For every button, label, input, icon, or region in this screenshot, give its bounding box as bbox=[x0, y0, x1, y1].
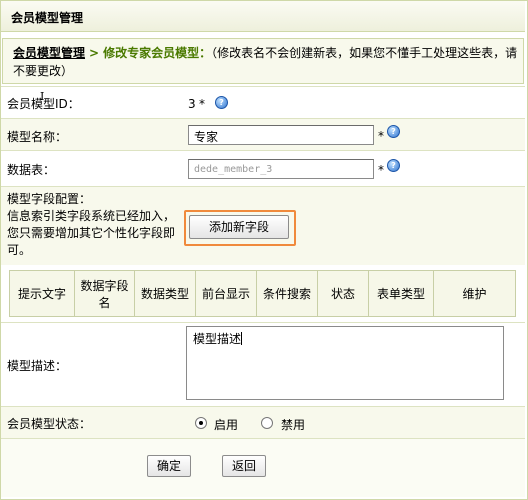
breadcrumb-separator: > bbox=[89, 46, 100, 60]
status-label: 会员模型状态： bbox=[7, 417, 92, 431]
model-name-input[interactable]: 专家 bbox=[188, 125, 374, 145]
breadcrumb-line: 会员模型管理 > 修改专家会员模型：（修改表名不会创建新表，如果您不懂手工处理这些表… bbox=[13, 44, 518, 80]
status-enable-label[interactable]: 启用 bbox=[214, 416, 238, 433]
model-name-required-star: * bbox=[378, 129, 384, 143]
model-id-required-star: * bbox=[199, 97, 205, 111]
row-status: 会员模型状态： 启用 禁用 bbox=[1, 406, 525, 439]
description-label: 模型描述： bbox=[7, 359, 68, 373]
column-header: 表单类型 bbox=[368, 270, 434, 317]
status-disable-label[interactable]: 禁用 bbox=[281, 416, 305, 433]
column-header: 数据类型 bbox=[134, 270, 196, 317]
fields-table-header: 提示文字 数据字段名 数据类型 前台显示 条件搜索 状态 表单类型 维护 bbox=[9, 270, 516, 317]
description-text: 模型描述 bbox=[193, 332, 242, 346]
status-disable-radio[interactable] bbox=[261, 417, 273, 429]
data-table-label: 数据表： bbox=[7, 163, 56, 177]
title-bar: 会员模型管理 bbox=[1, 1, 525, 32]
fields-table: 提示文字 数据字段名 数据类型 前台显示 条件搜索 状态 表单类型 维护 bbox=[9, 270, 516, 317]
field-config-label: 模型字段配置： bbox=[7, 192, 92, 206]
data-table-required-star: * bbox=[378, 163, 384, 177]
breadcrumb-root-link[interactable]: 会员模型管理 bbox=[13, 46, 85, 60]
column-header: 维护 bbox=[433, 270, 516, 317]
column-header: 提示文字 bbox=[9, 270, 75, 317]
text-cursor-icon: I bbox=[40, 90, 45, 103]
help-icon[interactable]: ? bbox=[387, 125, 400, 138]
help-icon[interactable]: ? bbox=[387, 159, 400, 172]
breadcrumb: 会员模型管理 > 修改专家会员模型：（修改表名不会创建新表，如果您不懂手工处理这些表… bbox=[2, 38, 524, 84]
row-model-id: 会员模型ID： 3 * ? bbox=[1, 86, 525, 119]
column-header: 条件搜索 bbox=[256, 270, 318, 317]
text-caret bbox=[241, 332, 243, 345]
column-header: 数据字段名 bbox=[74, 270, 135, 317]
column-header: 状态 bbox=[317, 270, 369, 317]
help-icon[interactable]: ? bbox=[215, 96, 228, 109]
row-model-name: 模型名称： 专家 * ? bbox=[1, 118, 525, 151]
model-name-label: 模型名称： bbox=[7, 130, 68, 144]
row-actions: 确定 返回 bbox=[1, 438, 525, 497]
description-textarea[interactable]: 模型描述 bbox=[186, 326, 504, 400]
column-header: 前台显示 bbox=[195, 270, 257, 317]
breadcrumb-current: 修改专家会员模型： bbox=[103, 46, 212, 60]
row-data-table: 数据表： dede_member_3 * ? bbox=[1, 150, 525, 187]
field-config-description: 信息索引类字段系统已经加入，您只需要增加其它个性化字段即可。 bbox=[7, 209, 176, 257]
status-enable-radio[interactable] bbox=[195, 417, 207, 429]
back-button[interactable]: 返回 bbox=[222, 455, 266, 477]
model-id-value: 3 bbox=[188, 97, 196, 111]
data-table-input[interactable]: dede_member_3 bbox=[188, 159, 374, 179]
page-title: 会员模型管理 bbox=[11, 11, 84, 25]
add-field-button[interactable]: 添加新字段 bbox=[189, 215, 289, 239]
confirm-button[interactable]: 确定 bbox=[147, 455, 191, 477]
row-field-config: 模型字段配置： 信息索引类字段系统已经加入，您只需要增加其它个性化字段即可。 添… bbox=[1, 186, 525, 265]
field-config-text: 模型字段配置： 信息索引类字段系统已经加入，您只需要增加其它个性化字段即可。 bbox=[7, 191, 177, 259]
